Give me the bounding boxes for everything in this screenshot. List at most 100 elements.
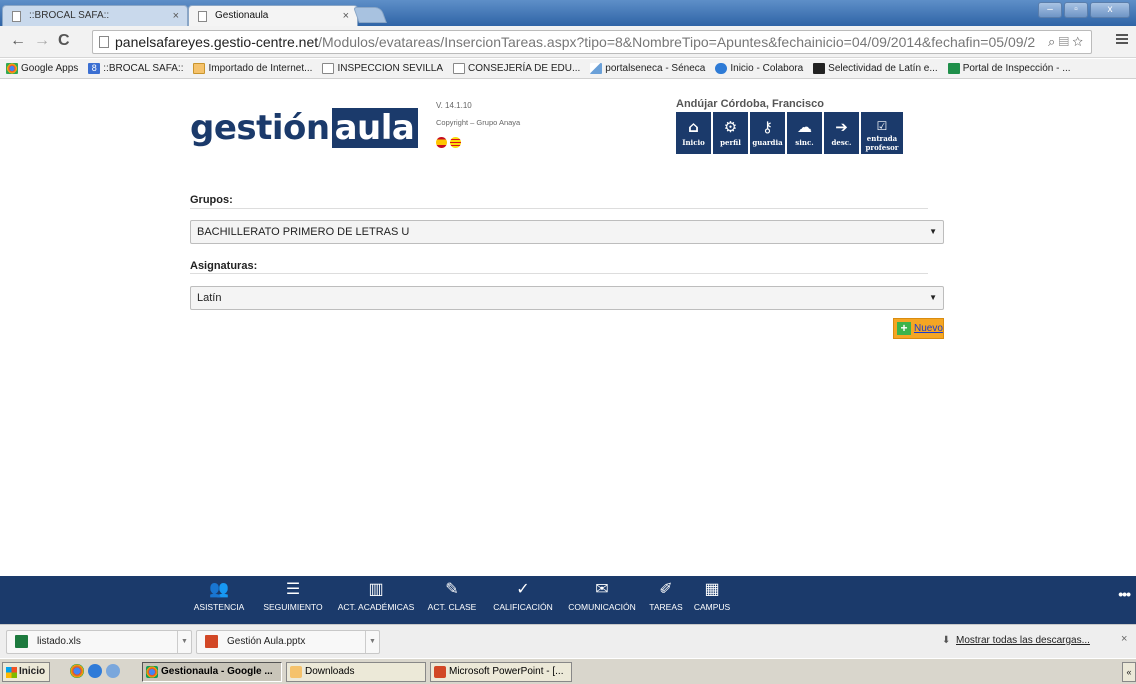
- gears-icon: ⚙: [723, 118, 738, 136]
- dropdown-caret-icon: ▼: [929, 227, 937, 236]
- star-icon[interactable]: ☆: [1072, 34, 1083, 49]
- tab-gestionaula[interactable]: Gestionaula ×: [188, 5, 358, 26]
- sinc-button[interactable]: ☁ sinc.: [787, 112, 822, 154]
- chrome-menu-icon[interactable]: [1116, 34, 1128, 44]
- zoom-icon[interactable]: ⌕: [1048, 34, 1055, 49]
- bookmark-brocal[interactable]: 8::BROCAL SAFA::: [88, 63, 183, 74]
- page-icon: [322, 63, 335, 74]
- taskbar-item-downloads[interactable]: Downloads: [286, 662, 426, 682]
- tab-label: Gestionaula: [215, 10, 269, 21]
- nuevo-button[interactable]: + Nuevo: [893, 318, 944, 339]
- bookmark-colabora[interactable]: Inicio - Colabora: [715, 63, 803, 74]
- nav-act-clase[interactable]: ✎ ACT. CLASE: [428, 580, 477, 612]
- download-item-listado[interactable]: listado.xls ▼: [6, 630, 192, 654]
- page-icon: [99, 36, 109, 48]
- building-icon: ▦: [704, 581, 720, 598]
- bookmark-google-apps[interactable]: Google Apps: [6, 63, 78, 74]
- user-name: Andújar Córdoba, Francisco: [676, 98, 824, 110]
- more-options-icon[interactable]: •••: [1118, 586, 1131, 602]
- nav-seguimiento[interactable]: ☰ SEGUIMIENTO: [263, 580, 322, 612]
- tab-close-icon[interactable]: ×: [343, 6, 349, 26]
- windows-taskbar: Inicio Gestionaula - Google ... Download…: [0, 658, 1136, 684]
- tray-expand-icon[interactable]: «: [1122, 662, 1136, 682]
- chrome-quicklaunch-icon[interactable]: [70, 664, 84, 678]
- close-icon[interactable]: ×: [1121, 633, 1127, 645]
- download-filename: listado.xls: [37, 636, 81, 647]
- globe-icon: [715, 63, 728, 74]
- guardia-button[interactable]: ⚷ guardia: [750, 112, 785, 154]
- catalan-flag-icon[interactable]: [450, 137, 461, 148]
- new-tab-button[interactable]: [353, 7, 387, 23]
- tab-brocal[interactable]: ::BROCAL SAFA:: ×: [2, 5, 188, 26]
- pencil-icon: [590, 63, 603, 74]
- gestionaula-logo[interactable]: gestión aula: [190, 108, 419, 148]
- tab-label: ::BROCAL SAFA::: [29, 10, 110, 21]
- bookmark-selectividad[interactable]: Selectividad de Latín e...: [813, 63, 938, 74]
- perfil-button[interactable]: ⚙ perfil: [713, 112, 748, 154]
- close-window-button[interactable]: x: [1090, 2, 1130, 18]
- spanish-flag-icon[interactable]: [436, 137, 447, 148]
- reload-icon[interactable]: C: [58, 32, 70, 50]
- nuevo-label: Nuevo: [914, 323, 943, 334]
- logo-gestion: gestión: [190, 108, 330, 148]
- edit-icon: ✎: [445, 581, 459, 598]
- taskbar-item-gestionaula[interactable]: Gestionaula - Google ...: [142, 662, 282, 682]
- folder-icon: [193, 63, 206, 74]
- forward-arrow-icon[interactable]: →: [34, 32, 50, 50]
- bookmark-consejeria[interactable]: CONSEJERÍA DE EDU...: [453, 63, 580, 74]
- nav-campus[interactable]: ▦ CAMPUS: [694, 580, 730, 612]
- copyright: Copyright – Grupo Anaya: [436, 118, 521, 127]
- chrome-icon: [146, 666, 158, 678]
- address-bar[interactable]: panelsafareyes.gestio-centre.net/Modulos…: [92, 30, 1092, 54]
- powerpoint-file-icon: [205, 635, 218, 648]
- apps-grid-icon: [6, 63, 18, 74]
- chevron-down-icon[interactable]: ▼: [177, 631, 191, 653]
- nav-calificacion[interactable]: ✓ CALIFICACIÓN: [493, 580, 553, 612]
- powerpoint-icon: [434, 666, 446, 678]
- logout-icon: ➔: [835, 118, 848, 136]
- taskbar-item-powerpoint[interactable]: Microsoft PowerPoint - [...: [430, 662, 572, 682]
- show-all-downloads-link[interactable]: ⬇ Mostrar todas las descargas...: [942, 635, 1090, 646]
- translate-icon[interactable]: ▤: [1059, 34, 1069, 49]
- grupos-select[interactable]: BACHILLERATO PRIMERO DE LETRAS U ▼: [190, 220, 944, 244]
- grupos-selected-value: BACHILLERATO PRIMERO DE LETRAS U: [197, 226, 410, 238]
- ie-quicklaunch-icon[interactable]: [88, 664, 102, 678]
- page-icon: [198, 11, 207, 22]
- asignaturas-select[interactable]: Latín ▼: [190, 286, 944, 310]
- desc-button[interactable]: ➔ desc.: [824, 112, 859, 154]
- bookmark-8-icon: 8: [88, 63, 101, 74]
- omnibox-icons: ⌕ ▤ ☆: [1043, 31, 1083, 53]
- nav-asistencia[interactable]: 👥 ASISTENCIA: [194, 580, 245, 612]
- latin-icon: [813, 63, 826, 74]
- downloads-shelf: listado.xls ▼ Gestión Aula.pptx ▼ ⬇ Mostr…: [0, 624, 1136, 658]
- maximize-button[interactable]: ▫: [1064, 2, 1088, 18]
- start-button[interactable]: Inicio: [2, 662, 51, 682]
- key-icon: ⚷: [762, 118, 773, 136]
- inicio-button[interactable]: ⌂ Inicio: [676, 112, 711, 154]
- download-item-gestion-aula[interactable]: Gestión Aula.pptx ▼: [196, 630, 380, 654]
- desktop-quicklaunch-icon[interactable]: [106, 664, 120, 678]
- chevron-down-icon[interactable]: ▼: [365, 631, 379, 653]
- bookmark-importado[interactable]: Importado de Internet...: [193, 63, 312, 74]
- download-arrow-icon: ⬇: [942, 635, 951, 646]
- nav-act-academicas[interactable]: ▥ ACT. ACADÉMICAS: [338, 580, 415, 612]
- page-icon: [12, 11, 21, 22]
- dropdown-caret-icon: ▼: [929, 293, 937, 302]
- nav-comunicacion[interactable]: ✉ COMUNICACIÓN: [568, 580, 636, 612]
- entrada-profesor-button[interactable]: ☑ entrada profesor: [861, 112, 903, 154]
- nav-tareas[interactable]: ✐ TAREAS: [649, 580, 682, 612]
- minimize-button[interactable]: –: [1038, 2, 1062, 18]
- bookmark-portal-inspeccion[interactable]: Portal de Inspección - ...: [947, 63, 1071, 74]
- tab-close-icon[interactable]: ×: [173, 6, 179, 26]
- bookmark-inspeccion[interactable]: INSPECCION SEVILLA: [322, 63, 443, 74]
- envelope-icon: ✉: [595, 581, 609, 598]
- bookmark-seneca[interactable]: portalseneca - Séneca: [590, 63, 705, 74]
- add-icon: +: [897, 322, 911, 335]
- back-arrow-icon[interactable]: ←: [10, 32, 26, 50]
- people-icon: 👥: [209, 581, 229, 598]
- excel-file-icon: [15, 635, 28, 648]
- cloud-upload-icon: ☁: [797, 118, 812, 136]
- tab-strip: ::BROCAL SAFA:: × Gestionaula × – ▫ x: [0, 0, 1136, 26]
- asignaturas-label: Asignaturas:: [190, 260, 258, 272]
- app-navigation-bar: 👥 ASISTENCIA ☰ SEGUIMIENTO ▥ ACT. ACADÉMICA…: [0, 576, 1136, 624]
